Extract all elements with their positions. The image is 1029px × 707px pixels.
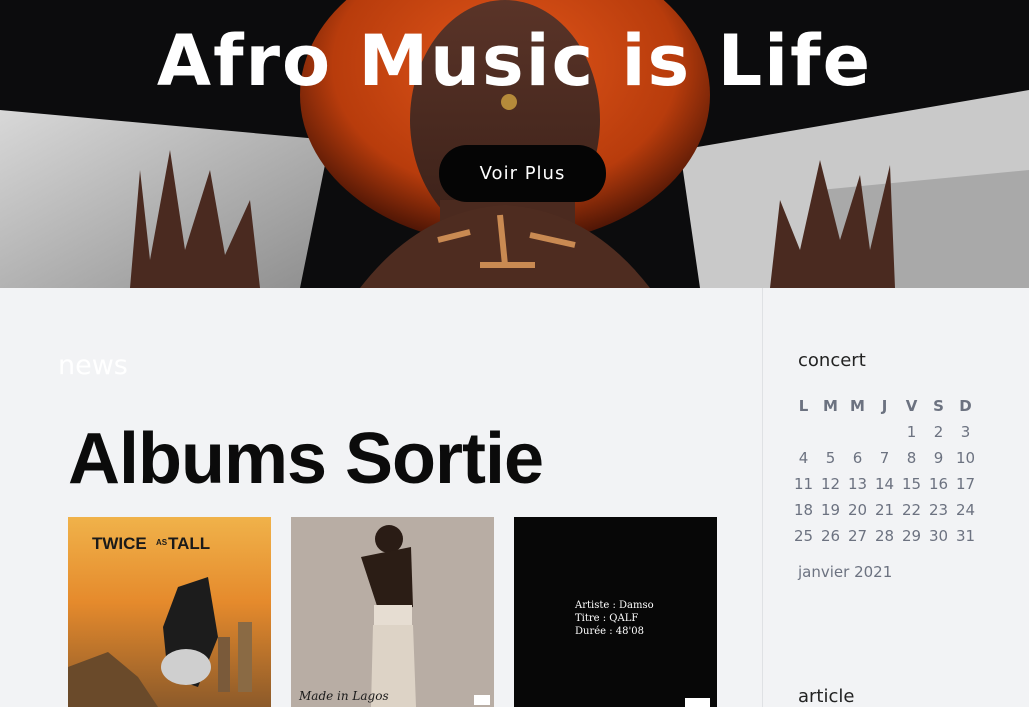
calendar-weekdays: L M M J V S D	[790, 393, 979, 419]
calendar-day: 18	[793, 501, 814, 519]
calendar-day: 12	[820, 475, 841, 493]
calendar-day: 4	[798, 449, 809, 467]
album-1-title2: TALL	[168, 534, 210, 553]
calendar-day: 15	[901, 475, 922, 493]
calendar-day: 17	[955, 475, 976, 493]
weekday-label: L	[798, 397, 809, 415]
news-label: news	[58, 350, 128, 381]
album-1-sub: AS	[156, 538, 168, 547]
weekday-label: S	[933, 397, 944, 415]
calendar-day: 7	[879, 449, 890, 467]
calendar-day: 1	[906, 423, 917, 441]
sidebar-divider	[762, 288, 763, 707]
weekday-label: M	[823, 397, 838, 415]
calendar-day: 28	[874, 527, 895, 545]
calendar-day: 26	[820, 527, 841, 545]
weekday-label: M	[850, 397, 865, 415]
album-cover-made-in-lagos[interactable]: Made in Lagos	[291, 517, 494, 707]
calendar-week: 25 26 27 28 29 30 31	[790, 523, 979, 549]
albums-section-title: Albums Sortie	[68, 419, 544, 499]
calendar-day: 6	[852, 449, 863, 467]
calendar-day: 21	[874, 501, 895, 519]
calendar-week: 123	[790, 419, 979, 445]
calendar-day: 14	[874, 475, 895, 493]
album-1-title: TWICE	[92, 534, 147, 553]
calendar-week: 11 12 13 14 15 16 17	[790, 471, 979, 497]
album-3-line1: Artiste : Damso	[574, 600, 654, 611]
calendar-day: 11	[793, 475, 814, 493]
album-2-title: Made in Lagos	[298, 689, 389, 703]
hero-banner: Afro Music is Life Voir Plus	[0, 0, 1029, 288]
calendar-day: 24	[955, 501, 976, 519]
album-cover-qalf[interactable]: Artiste : Damso Titre : QALF Durée : 48'…	[514, 517, 717, 707]
calendar-day: 8	[906, 449, 917, 467]
calendar-day: 10	[955, 449, 976, 467]
calendar-day: 3	[960, 423, 971, 441]
calendar-day: 20	[847, 501, 868, 519]
calendar-week: 18 19 20 21 22 23 24	[790, 497, 979, 523]
calendar-day: 19	[820, 501, 841, 519]
weekday-label: J	[881, 397, 888, 415]
weekday-label: D	[959, 397, 972, 415]
calendar-day: 9	[933, 449, 944, 467]
calendar-day: 13	[847, 475, 868, 493]
hero-title: Afro Music is Life	[156, 20, 873, 102]
calendar-day: 5	[825, 449, 836, 467]
calendar-day	[844, 419, 871, 445]
calendar-day: 31	[955, 527, 976, 545]
calendar-day: 29	[901, 527, 922, 545]
calendar-day: 25	[793, 527, 814, 545]
calendar-day	[790, 419, 817, 445]
calendar-day: 22	[901, 501, 922, 519]
article-heading: article	[798, 686, 855, 707]
album-cover-twice-as-tall[interactable]: TWICE AS TALL	[68, 517, 271, 707]
weekday-label: V	[905, 397, 918, 415]
concert-heading: concert	[798, 350, 866, 371]
album-3-line3: Durée : 48'08	[575, 626, 644, 637]
voir-plus-button[interactable]: Voir Plus	[439, 145, 606, 202]
album-3-line2: Titre : QALF	[575, 613, 638, 624]
calendar-day	[871, 419, 898, 445]
calendar-day: 30	[928, 527, 949, 545]
calendar-day: 16	[928, 475, 949, 493]
calendar-month-caption: janvier 2021	[798, 563, 893, 581]
calendar-day: 2	[933, 423, 944, 441]
calendar-day	[817, 419, 844, 445]
calendar-day: 23	[928, 501, 949, 519]
concert-calendar: L M M J V S D 1 2 3 4 5 6 7 8 9 10 11 12 13 14 15 16 17 1…	[790, 393, 979, 549]
calendar-week: 4 5 6 7 8 9 10	[790, 445, 979, 471]
calendar-day: 27	[847, 527, 868, 545]
